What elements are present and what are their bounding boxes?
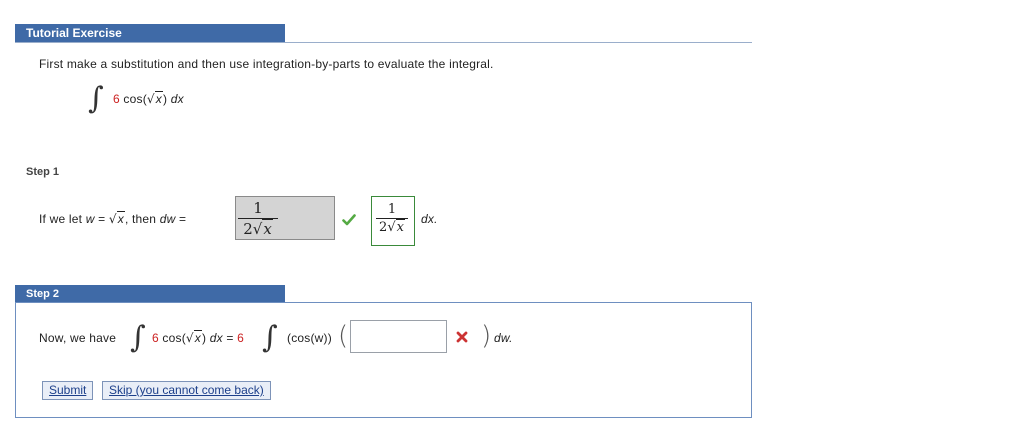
step2-func-close: ) — [201, 331, 207, 345]
answer-numerator: 1 — [387, 202, 397, 217]
integral-coefficient: 6 — [113, 92, 120, 106]
tutorial-title: Tutorial Exercise — [26, 26, 122, 40]
answer-denominator: 2√x — [379, 219, 405, 235]
step2-func-open: cos( — [162, 331, 186, 345]
step1-w: w — [85, 212, 95, 226]
step2-answer-input[interactable] — [350, 320, 447, 353]
close-paren: ) — [481, 321, 492, 351]
sqrt-symbol: √ — [185, 331, 194, 345]
entered-denominator: 2√x — [243, 219, 273, 238]
entered-numerator: 1 — [253, 199, 263, 217]
step2-left-expression: 6 cos(√x) dx = 6 — [152, 330, 244, 345]
step2-header: Step 2 — [15, 285, 285, 303]
integral-func-close: ) — [162, 92, 168, 106]
step2-radicand: x — [193, 330, 202, 345]
tutorial-header: Tutorial Exercise — [15, 24, 285, 42]
step2-coefficient2: 6 — [237, 331, 244, 345]
step2-equals: = — [226, 331, 234, 345]
sqrt-symbol: √ — [108, 212, 117, 226]
step1-entered-answer[interactable]: 1 2√x — [235, 196, 335, 240]
check-icon — [342, 214, 356, 226]
step1-label: Step 1 — [26, 166, 60, 178]
step1-eq: = — [98, 212, 106, 226]
incorrect-x-icon — [456, 331, 468, 343]
step2-prefix: Now, we have — [39, 331, 117, 345]
step1-dw: dw — [159, 212, 176, 226]
skip-button[interactable]: Skip (you cannot come back) — [102, 381, 271, 400]
entered-fraction: 1 2√x — [238, 199, 278, 238]
step1-eq2: = — [179, 212, 187, 226]
integral-sign: ∫ — [262, 320, 278, 355]
integral-sign: ∫ — [88, 81, 104, 116]
integral-differential: dx — [170, 92, 184, 106]
step2-differential: dx — [209, 331, 223, 345]
step2-label: Step 2 — [26, 288, 60, 300]
step1-correct-answer: 1 2√x — [371, 196, 415, 246]
sqrt-symbol: √ — [146, 92, 155, 106]
step1-statement: If we let w = √x, then dw = — [39, 211, 187, 226]
open-paren: ( — [338, 321, 349, 351]
step1-prefix: If we let — [39, 212, 83, 226]
submit-button[interactable]: Submit — [42, 381, 94, 400]
step2-suffix: dw. — [494, 331, 513, 345]
step2-inner: (cos(w)) — [287, 331, 332, 345]
step1-suffix: dx. — [421, 212, 438, 226]
integral-sign: ∫ — [130, 320, 146, 355]
main-integral-expression: 6 cos(√x) dx — [113, 91, 184, 106]
instruction-text: First make a substitution and then use i… — [39, 57, 494, 71]
header-divider — [15, 42, 752, 43]
step1-radicand: x — [116, 211, 125, 226]
integral-radicand: x — [154, 91, 163, 106]
answer-fraction: 1 2√x — [376, 202, 408, 235]
step1-then: , then — [124, 212, 157, 226]
step2-coefficient: 6 — [152, 331, 159, 345]
integral-func-open: cos( — [123, 92, 147, 106]
